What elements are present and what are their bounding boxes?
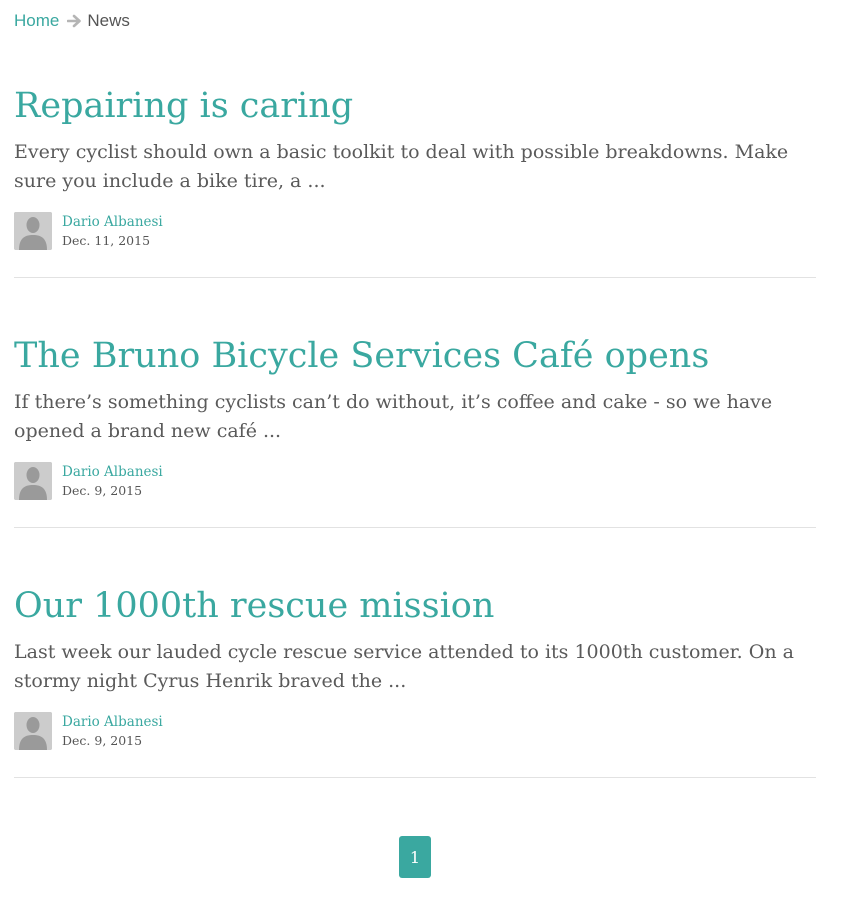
news-article: The Bruno Bicycle Services Café opens If… (14, 334, 816, 534)
article-meta: Dario Albanesi Dec. 11, 2015 (14, 212, 163, 250)
article-excerpt: Last week our lauded cycle rescue servic… (14, 641, 794, 692)
breadcrumb-current: News (87, 11, 130, 30)
article-date: Dec. 9, 2015 (62, 483, 143, 498)
article-title[interactable]: Our 1000th rescue mission (14, 584, 494, 628)
article-title[interactable]: Repairing is caring (14, 84, 353, 128)
author-link[interactable]: Dario Albanesi (62, 213, 163, 232)
user-silhouette-icon (14, 462, 52, 500)
article-divider (14, 527, 816, 528)
breadcrumb: Home News (14, 9, 130, 33)
article-divider (14, 277, 816, 278)
user-silhouette-icon (14, 212, 52, 250)
news-article: Our 1000th rescue mission Last week our … (14, 584, 816, 784)
article-date: Dec. 9, 2015 (62, 733, 143, 748)
article-excerpt: If there’s something cyclists can’t do w… (14, 391, 773, 442)
article-title[interactable]: The Bruno Bicycle Services Café opens (14, 334, 709, 378)
article-excerpt: Every cyclist should own a basic toolkit… (14, 141, 789, 192)
news-article: Repairing is caring Every cyclist should… (14, 84, 816, 284)
article-date: Dec. 11, 2015 (62, 233, 151, 248)
user-silhouette-icon (14, 712, 52, 750)
author-link[interactable]: Dario Albanesi (62, 463, 163, 482)
author-link[interactable]: Dario Albanesi (62, 713, 163, 732)
pagination-page-button[interactable]: 1 (399, 836, 431, 878)
article-divider (14, 777, 816, 778)
article-meta: Dario Albanesi Dec. 9, 2015 (14, 712, 163, 750)
breadcrumb-home-link[interactable]: Home (14, 11, 59, 31)
article-meta: Dario Albanesi Dec. 9, 2015 (14, 462, 163, 500)
arrow-right-icon (67, 14, 82, 28)
